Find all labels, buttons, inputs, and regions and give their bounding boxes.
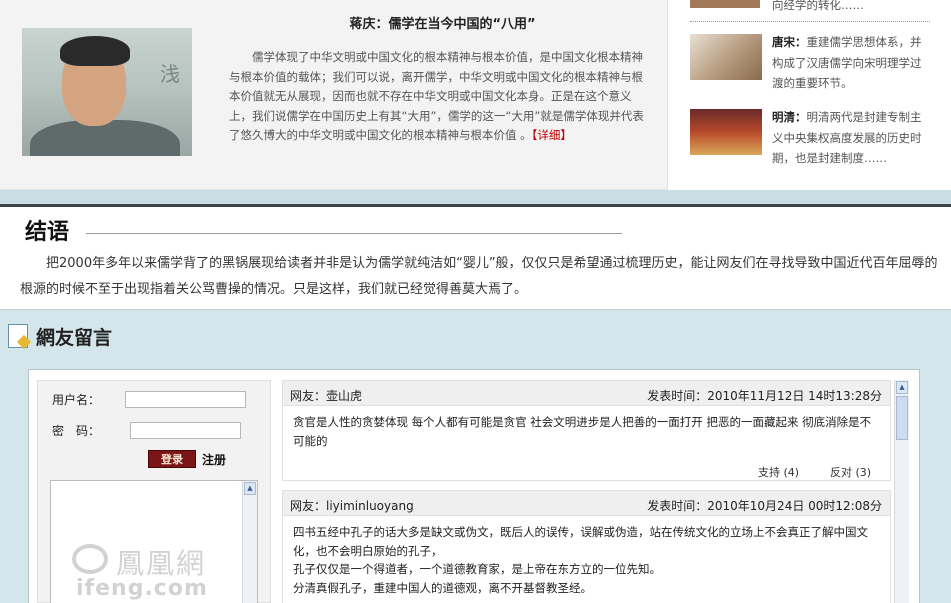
comment-list-scrollbar[interactable]: ▲: [894, 380, 909, 603]
article-summary: 儒学体现了中华文明或中国文化的根本精神与根本价值，是中国文化根本精神与根本价值的…: [229, 48, 653, 146]
comment-item: 网友：壶山虎 发表时间：2010年11月12日 14时13:28分 贪官是人性的…: [282, 380, 891, 481]
comment-header: 网友：liyiminluoyang 发表时间：2010年10月24日 00时12…: [283, 491, 890, 516]
era-name[interactable]: 明清：: [772, 110, 807, 124]
history-era-list: 向经学的转化…… 唐宋：重建儒学思想体系，并构成了汉唐儒学向宋明理学过渡的重要环…: [690, 0, 930, 190]
register-link[interactable]: 注册: [202, 451, 226, 468]
heading-rule: [86, 233, 622, 234]
era-summary: 明清：明清两代是封建专制主义中央集权高度发展的历史时期，也是封建制度……: [772, 107, 922, 169]
password-label: 密 码：: [52, 424, 101, 438]
comment-item: 网友：liyiminluoyang 发表时间：2010年10月24日 00时12…: [282, 490, 891, 603]
comment-author: 网友：壶山虎: [290, 389, 363, 403]
article-summary-text: 儒学体现了中华文明或中国文化的根本精神与根本价值，是中国文化根本精神与根本价值的…: [229, 50, 644, 143]
comment-header: 网友：壶山虎 发表时间：2010年11月12日 14时13:28分: [283, 381, 890, 406]
portrait-hair: [60, 36, 130, 66]
section-separator: [0, 190, 951, 204]
oppose-button[interactable]: 反对 (3): [830, 464, 871, 480]
scroll-up-arrow-icon[interactable]: ▲: [244, 482, 256, 495]
comments-header: 網友留言: [0, 309, 951, 359]
era-thumbnail[interactable]: [690, 0, 760, 8]
featured-article: 浅 蒋庆：儒学在当今中国的“八用” 儒学体现了中华文明或中国文化的根本精神与根本…: [0, 0, 668, 190]
password-input[interactable]: [130, 422, 241, 439]
era-thumbnail[interactable]: [690, 34, 762, 80]
comment-text: 贪官是人性的贪婪体现 每个人都有可能是贪官 社会文明进步是人把善的一面打开 把恶…: [293, 415, 872, 448]
login-button[interactable]: 登录: [148, 450, 196, 468]
author-portrait: 浅: [22, 28, 192, 156]
section-divider-line: [0, 204, 951, 207]
comment-text: 四书五经中孔子的话大多是缺文或伪文，既后人的误传，误解或伪造，站在传统文化的立场…: [283, 516, 890, 597]
comment-line: 分清真假孔子，重建中国人的道德观，离不开基督教圣经。: [293, 580, 592, 595]
comment-author: 网友：liyiminluoyang: [290, 499, 414, 513]
support-button[interactable]: 支持 (4): [758, 464, 799, 480]
username-input[interactable]: [125, 391, 246, 408]
portrait-shoulders: [30, 120, 180, 156]
comments-title: 網友留言: [36, 327, 113, 349]
article-title[interactable]: 蒋庆：儒学在当今中国的“八用”: [230, 13, 655, 32]
era-thumbnail[interactable]: [690, 109, 762, 155]
comment-line: 孔子仅仅是一个得道者，一个道德教育家，是上帝在东方立的一位先知。: [293, 562, 661, 576]
ifeng-watermark-logo: 鳳凰網 ifeng.com: [66, 540, 256, 601]
watermark-en: ifeng.com: [76, 576, 208, 601]
conclusion-heading: 结语: [25, 219, 70, 245]
scrollbar-thumb[interactable]: [896, 396, 908, 440]
era-summary: 唐宋：重建儒学思想体系，并构成了汉唐儒学向宋明理学过渡的重要环节。: [772, 32, 922, 94]
comment-list: 网友：壶山虎 发表时间：2010年11月12日 14时13:28分 贪官是人性的…: [282, 380, 894, 603]
list-item[interactable]: 向经学的转化……: [690, 0, 930, 22]
scroll-up-arrow-icon[interactable]: ▲: [896, 381, 908, 394]
comment-time: 发表时间：2010年11月12日 14时13:28分: [647, 389, 882, 403]
username-label: 用户名：: [52, 393, 101, 407]
conclusion-text: 把2000年多年以来儒学背了的黑锅展现给读者并非是认为儒学就纯洁如“婴儿”般，仅…: [20, 256, 938, 297]
ifeng-swirl-icon: [72, 544, 108, 574]
comment-note-icon: [8, 324, 28, 348]
era-name[interactable]: 唐宋：: [772, 35, 807, 49]
era-summary: 向经学的转化……: [772, 0, 864, 12]
comment-time: 发表时间：2010年10月24日 00时12:08分: [647, 499, 882, 513]
comment-line: 四书五经中孔子的话大多是缺文或伪文，既后人的误传，误解或伪造，站在传统文化的立场…: [293, 525, 868, 558]
portrait-background-glyph: 浅: [160, 62, 180, 86]
read-more-link[interactable]: 【详细】: [532, 128, 572, 142]
